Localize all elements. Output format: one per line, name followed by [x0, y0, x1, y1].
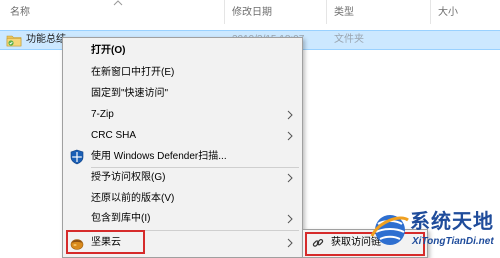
menu-item-label: 使用 Windows Defender扫描...	[91, 151, 227, 162]
column-divider[interactable]	[430, 0, 431, 24]
sort-up-icon	[113, 0, 123, 6]
menu-item-crc-sha[interactable]: CRC SHA	[63, 127, 302, 145]
link-icon	[312, 239, 324, 247]
menu-item-restore-versions[interactable]: 还原以前的版本(V)	[63, 190, 302, 208]
chevron-right-icon	[287, 238, 293, 248]
menu-item-label: 还原以前的版本(V)	[91, 193, 175, 204]
menu-separator	[91, 167, 299, 168]
file-type: 文件夹	[334, 34, 364, 45]
menu-item-defender-scan[interactable]: 使用 Windows Defender扫描...	[63, 148, 302, 166]
menu-item-jianguoyun[interactable]: 坚果云	[63, 230, 302, 254]
menu-item-label: 授予访问权限(G)	[91, 172, 166, 183]
column-header-size[interactable]: 大小	[438, 6, 458, 20]
menu-item-label: 7-Zip	[91, 109, 114, 120]
menu-item-include-in-library[interactable]: 包含到库中(I)	[63, 210, 302, 228]
menu-item-open-new-window[interactable]: 在新窗口中打开(E)	[63, 64, 302, 82]
column-divider[interactable]	[224, 0, 225, 24]
menu-item-7zip[interactable]: 7-Zip	[63, 106, 302, 124]
site-watermark-logo: 系统天地 XiTongTianDi.net	[370, 208, 498, 254]
globe-logo-icon	[370, 215, 409, 245]
menu-item-label: 在新窗口中打开(E)	[91, 67, 175, 78]
context-menu: 打开(O) 在新窗口中打开(E) 固定到"快速访问" 7-Zip CRC SHA…	[62, 37, 303, 258]
jianguoyun-nut-icon	[70, 239, 84, 250]
folder-icon	[6, 35, 22, 47]
column-header-date[interactable]: 修改日期	[232, 6, 272, 20]
menu-item-label: 固定到"快速访问"	[91, 88, 169, 99]
column-header-type[interactable]: 类型	[334, 6, 354, 20]
menu-item-open[interactable]: 打开(O)	[63, 42, 302, 60]
menu-item-label: CRC SHA	[91, 130, 137, 141]
column-header: 名称 修改日期 类型 大小	[0, 0, 500, 24]
menu-item-pin-quick-access[interactable]: 固定到"快速访问"	[63, 85, 302, 103]
menu-item-label: 包含到库中(I)	[91, 213, 151, 224]
menu-item-grant-access[interactable]: 授予访问权限(G)	[63, 169, 302, 187]
windows-defender-shield-icon	[70, 149, 84, 165]
column-divider[interactable]	[326, 0, 327, 24]
chevron-right-icon	[287, 131, 293, 141]
watermark-title: 系统天地	[410, 211, 494, 233]
menu-item-label: 坚果云	[91, 237, 121, 248]
chevron-right-icon	[287, 110, 293, 120]
watermark-url: XiTongTianDi.net	[412, 236, 494, 247]
menu-item-label: 打开(O)	[91, 45, 126, 56]
chevron-right-icon	[287, 214, 293, 224]
column-header-name[interactable]: 名称	[10, 6, 30, 20]
chevron-right-icon	[287, 173, 293, 183]
file-name: 功能总结	[26, 34, 66, 45]
